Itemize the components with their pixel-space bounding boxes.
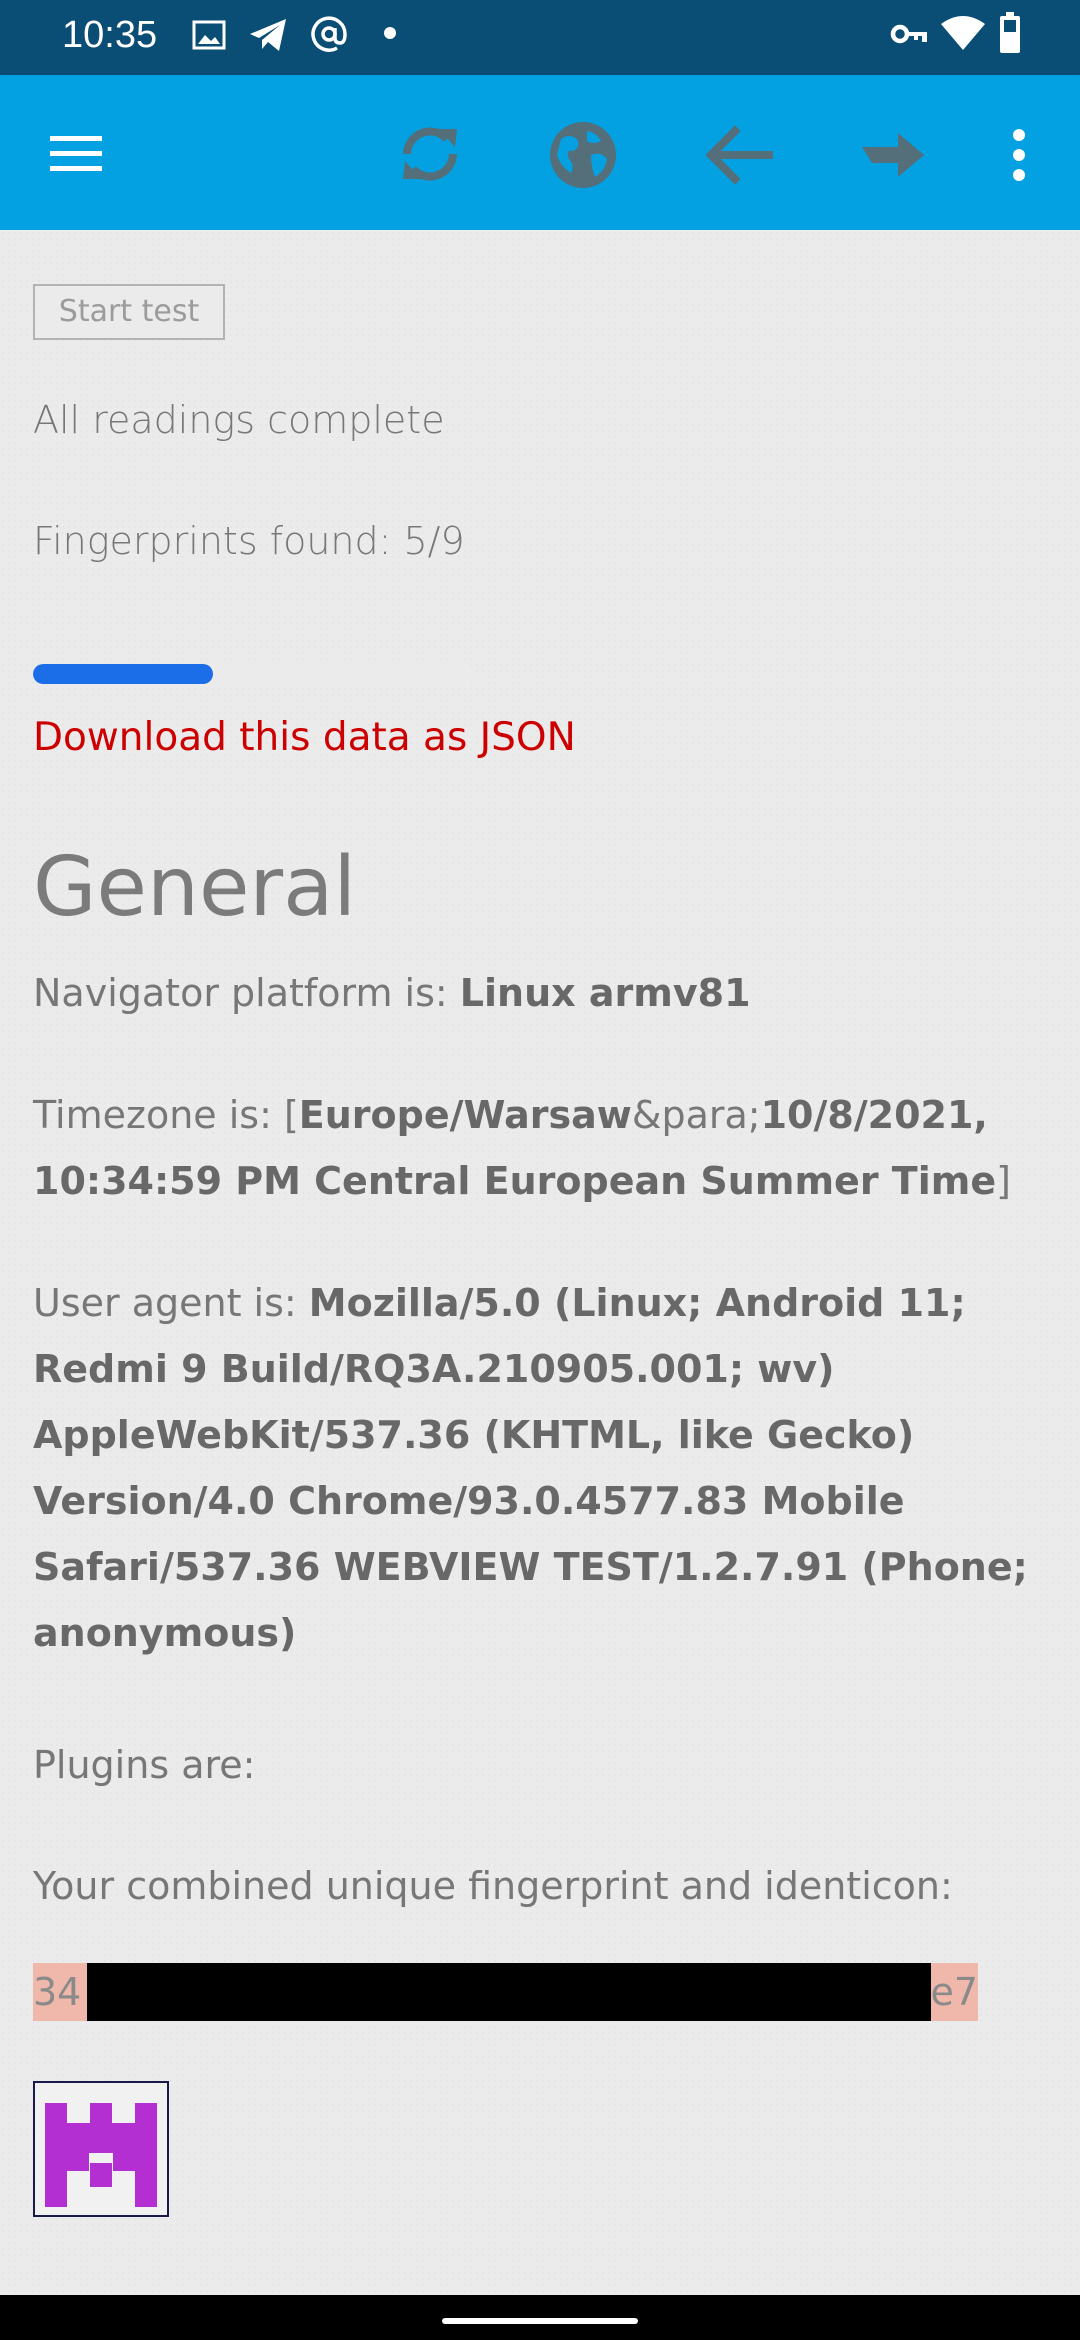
- download-json-link[interactable]: Download this data as JSON: [33, 715, 576, 760]
- gallery-icon: [192, 20, 226, 50]
- refresh-icon[interactable]: [395, 119, 465, 189]
- fingerprint-start: 34: [33, 1970, 82, 2014]
- combined-fingerprint-label: Your combined unique fingerprint and ide…: [33, 1853, 1043, 1919]
- back-icon[interactable]: [703, 125, 773, 185]
- fingerprint-redaction: [87, 1963, 931, 2021]
- timezone-info: Timezone is: [Europe/Warsaw&para;10/8/20…: [33, 1082, 1043, 1214]
- telegram-icon: [250, 19, 286, 51]
- vpn-key-icon: [890, 24, 927, 44]
- platform-value: Linux armv81: [459, 971, 751, 1015]
- web-content: Start test All readings complete Fingerp…: [0, 230, 1080, 2295]
- forward-icon[interactable]: [858, 125, 928, 185]
- section-heading-general: General: [33, 840, 357, 935]
- at-icon: [311, 16, 347, 52]
- fingerprints-found: Fingerprints found: 5/9: [33, 519, 465, 563]
- timezone-label: Timezone is: [: [33, 1093, 299, 1137]
- menu-icon[interactable]: [48, 134, 104, 174]
- platform-label: Navigator platform is:: [33, 971, 460, 1015]
- globe-icon[interactable]: [547, 119, 619, 191]
- toolbar: [0, 75, 1080, 230]
- home-handle[interactable]: [442, 2318, 638, 2324]
- user-agent-value: Mozilla/5.0 (Linux; Android 11; Redmi 9 …: [33, 1281, 1028, 1655]
- battery-icon: [1000, 12, 1020, 53]
- progress-fill: [33, 664, 214, 684]
- status-bar: 10:35: [0, 0, 1080, 75]
- wifi-icon: [941, 16, 985, 50]
- progress-bar: [33, 664, 473, 684]
- combined-label: Your combined unique fingerprint and ide…: [33, 1864, 953, 1908]
- dot-icon: [384, 27, 396, 39]
- plugins-info: Plugins are:: [33, 1732, 1043, 1798]
- navigator-platform: Navigator platform is: Linux armv81: [33, 960, 1043, 1026]
- user-agent-label: User agent is:: [33, 1281, 309, 1325]
- more-icon[interactable]: [1007, 127, 1031, 183]
- readings-status: All readings complete: [33, 398, 445, 442]
- status-time: 10:35: [62, 14, 158, 56]
- timezone-close: ]: [996, 1159, 1011, 1203]
- plugins-label: Plugins are:: [33, 1743, 256, 1787]
- start-test-button[interactable]: Start test: [33, 284, 225, 340]
- fingerprint-end: e7: [930, 1970, 978, 2014]
- system-nav-bar: [0, 2295, 1080, 2340]
- timezone-separator: &para;: [631, 1093, 761, 1137]
- fingerprint-hash: 34 e7: [33, 1963, 978, 2021]
- identicon-pattern: [45, 2103, 157, 2207]
- timezone-zone: Europe/Warsaw: [298, 1093, 632, 1137]
- user-agent-info: User agent is: Mozilla/5.0 (Linux; Andro…: [33, 1270, 1043, 1666]
- identicon: [33, 2081, 169, 2217]
